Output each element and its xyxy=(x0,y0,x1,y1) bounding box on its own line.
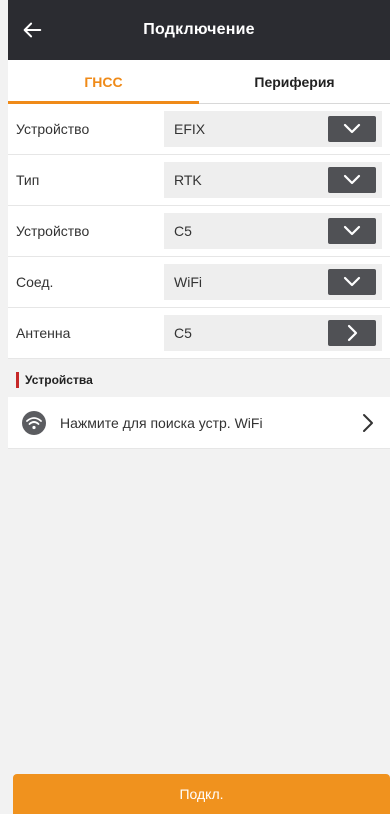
row-value: RTK xyxy=(174,172,202,188)
antenna-open-button[interactable] xyxy=(328,320,376,346)
connect-button-label: Подкл. xyxy=(179,786,224,802)
tab-peripherals-label: Периферия xyxy=(254,73,335,90)
row-device-model: Устройство C5 xyxy=(8,206,390,257)
connection-screen: Подключение ГНСС Периферия Устройство EF… xyxy=(0,0,390,814)
connection-dropdown-button[interactable] xyxy=(328,269,376,295)
row-device-brand: Устройство EFIX xyxy=(8,104,390,155)
device-brand-select[interactable]: EFIX xyxy=(164,111,382,147)
tab-bar: ГНСС Периферия xyxy=(8,60,390,104)
connect-button[interactable]: Подкл. xyxy=(13,774,390,814)
row-label: Соед. xyxy=(16,274,54,290)
chevron-down-icon xyxy=(343,123,361,134)
row-label: Тип xyxy=(16,172,40,188)
row-connection: Соед. WiFi xyxy=(8,257,390,308)
arrow-left-icon xyxy=(23,22,42,38)
row-label: Антенна xyxy=(16,325,71,341)
top-bar: Подключение xyxy=(8,0,390,60)
type-select[interactable]: RTK xyxy=(164,162,382,198)
device-model-dropdown-button[interactable] xyxy=(328,218,376,244)
page-title: Подключение xyxy=(143,21,255,38)
wifi-icon xyxy=(22,410,46,435)
row-value: EFIX xyxy=(174,121,206,137)
row-value: WiFi xyxy=(174,274,202,290)
row-label: Устройство xyxy=(16,121,90,137)
tab-gnss[interactable]: ГНСС xyxy=(8,60,199,104)
chevron-right-icon xyxy=(356,411,380,435)
chevron-down-icon xyxy=(343,174,361,185)
search-label: Нажмите для поиска устр. WiFi xyxy=(60,414,263,431)
row-type: Тип RTK xyxy=(8,155,390,206)
connection-form: Устройство EFIX Тип RTK Устройство C5 Со… xyxy=(8,104,390,359)
device-model-select[interactable]: C5 xyxy=(164,213,382,249)
tab-gnss-label: ГНСС xyxy=(84,73,123,90)
device-brand-dropdown-button[interactable] xyxy=(328,116,376,142)
row-label: Устройство xyxy=(16,223,90,239)
tab-peripherals[interactable]: Периферия xyxy=(199,60,390,103)
chevron-down-icon xyxy=(343,225,361,236)
chevron-down-icon xyxy=(343,276,361,287)
chevron-right-icon xyxy=(347,324,358,342)
row-value: C5 xyxy=(174,325,192,341)
devices-section-header: Устройства xyxy=(8,363,390,397)
back-button[interactable] xyxy=(18,16,46,44)
row-antenna: Антенна C5 xyxy=(8,308,390,359)
type-dropdown-button[interactable] xyxy=(328,167,376,193)
search-wifi-devices-button[interactable]: Нажмите для поиска устр. WiFi xyxy=(8,397,390,449)
section-marker xyxy=(16,372,19,388)
connection-select[interactable]: WiFi xyxy=(164,264,382,300)
row-value: C5 xyxy=(174,223,192,239)
section-title: Устройства xyxy=(25,373,93,387)
antenna-select[interactable]: C5 xyxy=(164,315,382,351)
